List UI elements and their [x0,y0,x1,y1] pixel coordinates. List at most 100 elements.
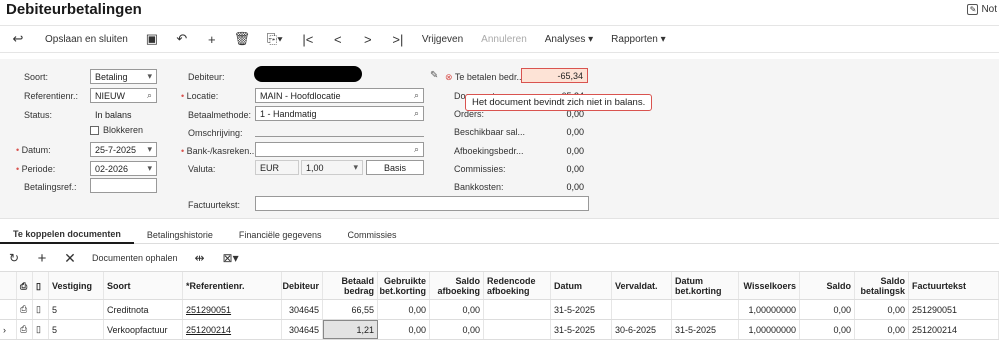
cell-datum[interactable]: 31-5-2025 [551,300,612,319]
cell-refnr[interactable]: 251200214 [183,320,282,339]
table-row[interactable]: ⎙ ▯ 5 Creditnota 251290051 304645 66,55 … [0,300,999,320]
add-row-icon[interactable]: + [28,248,56,268]
cell-vestiging[interactable]: 5 [49,300,104,319]
refnr-link[interactable]: 251290051 [186,305,231,315]
col-betaald[interactable]: Betaald bedrag [323,272,378,299]
cell-refnr[interactable]: 251290051 [183,300,282,319]
col-soort[interactable]: Soort [104,272,183,299]
bank-input[interactable]: ⌕ [255,142,424,157]
cell-gebruikte[interactable]: 0,00 [378,300,430,319]
checkbox-box[interactable] [90,125,99,135]
search-icon[interactable]: ⌕ [414,90,419,101]
cell-datum-bet[interactable]: 31-5-2025 [672,320,739,339]
export-excel-icon[interactable]: ⊠▾ [214,248,248,268]
search-icon[interactable]: ⌕ [414,144,419,155]
add-icon[interactable]: + [197,26,227,52]
omschrijving-input[interactable] [255,136,424,137]
delete-icon[interactable]: 🗑 [227,26,257,52]
copy-paste-icon[interactable]: ⎘▾ [257,26,293,52]
col-vervaldat[interactable]: Vervaldat. [612,272,672,299]
note-icon[interactable]: ▯ [33,320,49,339]
referentie-input[interactable]: NIEUW ⌕ [90,88,157,103]
cancel-button[interactable]: Annuleren [472,26,536,52]
col-gebruikte[interactable]: Gebruikte bet.korting [378,272,430,299]
tab-te-koppelen[interactable]: Te koppelen documenten [0,226,134,244]
col-factuurtekst[interactable]: Factuurtekst [909,272,999,299]
note-icon[interactable]: ▯ [33,300,49,319]
cell-factuurtekst[interactable]: 251290051 [909,300,999,319]
cell-soort[interactable]: Verkoopfactuur [104,320,183,339]
edit-pencil-icon[interactable]: ✎ [430,70,438,81]
last-record-icon[interactable]: >| [383,26,413,52]
next-record-icon[interactable]: > [353,26,383,52]
betalingsref-input[interactable] [90,178,157,193]
calendar-dropdown-icon[interactable]: ▾ [147,144,152,155]
col-saldo-afb[interactable]: Saldo afboeking [430,272,484,299]
previous-record-icon[interactable]: < [323,26,353,52]
cell-factuurtekst[interactable]: 251200214 [909,320,999,339]
undo-icon[interactable]: ↶ [167,26,197,52]
chevron-down-icon[interactable]: ▾ [147,163,152,174]
tab-betalingshistorie[interactable]: Betalingshistorie [134,226,226,244]
cell-datum-bet[interactable] [672,300,739,319]
cell-redencode[interactable] [484,320,551,339]
analyses-menu[interactable]: Analyses ▾ [536,26,602,52]
col-saldo[interactable]: Saldo [800,272,855,299]
notes-link[interactable]: ✎ Not [967,4,997,15]
cell-redencode[interactable] [484,300,551,319]
col-debiteur[interactable]: Debiteur [282,272,323,299]
cell-betaald[interactable]: 66,55 [323,300,378,319]
col-refnr[interactable]: *Referentienr. [183,272,282,299]
table-row[interactable]: › ⎙ ▯ 5 Verkoopfactuur 251200214 304645 … [0,320,999,340]
cell-debiteur[interactable]: 304645 [282,300,323,319]
blokkeren-checkbox[interactable]: Blokkeren [90,125,143,135]
cell-datum[interactable]: 31-5-2025 [551,320,612,339]
cell-saldo[interactable]: 0,00 [800,300,855,319]
back-button[interactable]: ↩ [0,26,36,52]
search-icon[interactable]: ⌕ [147,90,152,101]
col-wisselkoers[interactable]: Wisselkoers [739,272,800,299]
delete-row-icon[interactable]: ✕ [56,248,84,268]
rate-select[interactable]: 1,00 ▾ [301,160,363,175]
cell-betaald-selected[interactable]: 1,21 [323,320,378,339]
soort-select[interactable]: Betaling ▾ [90,69,157,84]
cell-vervaldat[interactable] [612,300,672,319]
cell-wisselkoers[interactable]: 1,00000000 [739,320,800,339]
col-vestiging[interactable]: Vestiging [49,272,104,299]
col-datum-bet[interactable]: Datum bet.korting [672,272,739,299]
cell-vervaldat[interactable]: 30-6-2025 [612,320,672,339]
first-record-icon[interactable]: |< [293,26,323,52]
attachment-icon[interactable]: ⎙ [17,300,33,319]
search-icon[interactable]: ⌕ [414,108,419,119]
attachment-icon[interactable]: ⎙ [17,320,33,339]
te-betalen-value[interactable]: -65,34 [521,68,588,83]
reports-menu[interactable]: Rapporten ▾ [602,26,675,52]
tab-financiele-gegevens[interactable]: Financiële gegevens [226,226,335,244]
basis-button[interactable]: Basis [366,160,424,175]
save-close-button[interactable]: Opslaan en sluiten [36,26,137,52]
factuurtekst-input[interactable] [255,196,589,211]
cell-saldo[interactable]: 0,00 [800,320,855,339]
cell-debiteur[interactable]: 304645 [282,320,323,339]
locatie-input[interactable]: MAIN - Hoofdlocatie ⌕ [255,88,424,103]
col-redencode[interactable]: Redencode afboeking [484,272,551,299]
col-datum[interactable]: Datum [551,272,612,299]
cell-saldo-afb[interactable]: 0,00 [430,300,484,319]
row-selector[interactable] [0,300,17,319]
refresh-icon[interactable]: ↻ [0,248,28,268]
save-icon[interactable]: ▣ [137,26,167,52]
cell-saldo-bet[interactable]: 0,00 [855,300,909,319]
cell-vestiging[interactable]: 5 [49,320,104,339]
cell-gebruikte[interactable]: 0,00 [378,320,430,339]
row-pointer-icon[interactable]: › [0,320,17,339]
col-saldo-bet[interactable]: Saldo betalingsk [855,272,909,299]
cell-soort[interactable]: Creditnota [104,300,183,319]
cell-saldo-bet[interactable]: 0,00 [855,320,909,339]
fit-columns-icon[interactable]: ⇹ [186,248,214,268]
cell-saldo-afb[interactable]: 0,00 [430,320,484,339]
periode-input[interactable]: 02-2026 ▾ [90,161,157,176]
fetch-documents-button[interactable]: Documenten ophalen [84,253,186,263]
betaalmethode-input[interactable]: 1 - Handmatig ⌕ [255,106,424,121]
cell-wisselkoers[interactable]: 1,00000000 [739,300,800,319]
release-button[interactable]: Vrijgeven [413,26,472,52]
